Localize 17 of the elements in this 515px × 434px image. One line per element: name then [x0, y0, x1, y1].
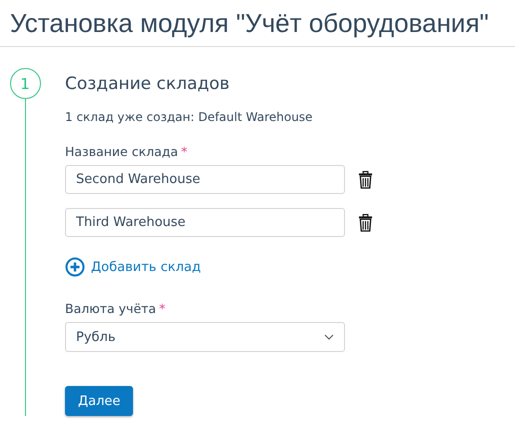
- chevron-down-icon: [324, 334, 334, 340]
- input-field[interactable]: Second Warehouse: [65, 165, 345, 194]
- page-title: Установка модуля "Учёт оборудования": [0, 0, 515, 47]
- delete-icon[interactable]: [358, 214, 373, 232]
- field-label: Название склада: [65, 144, 178, 159]
- info-text: 1 склад уже создан: Default Warehouse: [65, 110, 314, 124]
- step-number: 1: [10, 68, 40, 99]
- next-button[interactable]: Далее: [65, 386, 134, 416]
- plus-circle-icon: [65, 257, 85, 277]
- currency-select[interactable]: Рубль: [65, 322, 345, 352]
- field-label: Валюта учёта: [65, 301, 156, 316]
- add-warehouse-link[interactable]: Добавить склад: [65, 257, 201, 277]
- required-asterisk: *: [181, 144, 188, 159]
- input-field[interactable]: Third Warehouse: [65, 208, 345, 237]
- required-asterisk: *: [159, 301, 166, 316]
- delete-icon[interactable]: [358, 170, 373, 188]
- step-title: Создание складов: [65, 74, 231, 94]
